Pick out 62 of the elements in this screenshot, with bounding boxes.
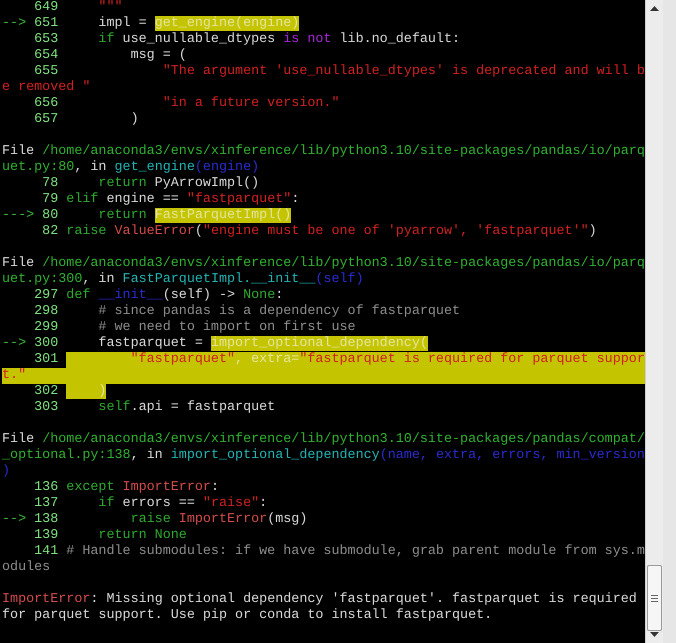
code-line: fastparquet = import_optional_dependency( (97, 336, 428, 352)
code-line: self.api = fastparquet (97, 400, 276, 416)
code-line: # since pandas is a dependency of fastparquet (97, 304, 460, 320)
scrollbar-thumb[interactable] (647, 565, 662, 631)
traceback-header: _optional.py:138, in import_optional_dependency(name, extra, errors, min_version (2, 448, 645, 464)
code-line: if errors == "raise": (97, 496, 268, 512)
error-message: for parquet support. Use pip or conda to install fastparquet. (2, 608, 492, 624)
line-number: 299 (34, 320, 58, 336)
traceback-header: File /home/anaconda3/envs/xinference/lib/python3.10/site-packages/pandas/io/parq (2, 256, 645, 272)
line-number: 298 (34, 304, 58, 320)
line-number: 301 (34, 352, 58, 368)
line-number: 649 (34, 0, 58, 16)
current-line-arrow: --> (2, 16, 26, 32)
code-line: return FastParquetImpl() (97, 208, 292, 224)
code-line: except ImportError: (66, 480, 219, 496)
line-number: 141 (34, 544, 58, 560)
code-line: return PyArrowImpl() (97, 176, 260, 192)
traceback-header: ) (2, 464, 10, 480)
error-message: ImportError: Missing optional dependency 'fastparquet'. fastparquet is required (2, 592, 637, 608)
code-line: raise ValueError("engine must be one of 'pyarrow', 'fastparquet'") (66, 224, 597, 240)
line-number: 79 (42, 192, 58, 208)
line-number: 78 (42, 176, 58, 192)
code-line: def __init__(self) -> None: (66, 288, 284, 304)
line-number: 137 (34, 496, 58, 512)
current-line-arrow: --> (2, 512, 26, 528)
line-number: 653 (34, 32, 58, 48)
line-number: 80 (42, 208, 58, 224)
code-line: msg = ( (130, 48, 187, 64)
code-line: e removed " (2, 80, 90, 96)
line-number: 136 (34, 480, 58, 496)
current-line-arrow: ---> (2, 208, 34, 224)
code-line: "in a future version." (162, 96, 340, 112)
code-line: # we need to import on first use (97, 320, 356, 336)
code-line: return None (97, 528, 187, 544)
code-line: "The argument 'use_nullable_dtypes' is deprecated and will b (162, 64, 645, 80)
traceback-header: uet.py:300, in FastParquetImpl.__init__(self) (2, 272, 364, 288)
line-number: 654 (34, 48, 58, 64)
line-number: 656 (34, 96, 58, 112)
line-number: 138 (34, 512, 58, 528)
scrollbar[interactable] (645, 0, 663, 643)
current-line-arrow: --> (2, 336, 26, 352)
code-line: raise ImportError(msg) (130, 512, 308, 528)
line-number: 300 (34, 336, 58, 352)
code-line: impl = get_engine(engine) (97, 16, 300, 32)
line-number: 657 (34, 112, 58, 128)
line-number: 302 (34, 384, 58, 400)
line-number: 297 (34, 288, 58, 304)
code-line: ) (130, 112, 139, 128)
line-number: 82 (42, 224, 58, 240)
code-line: if use_nullable_dtypes is not lib.no_default: (97, 32, 460, 48)
scroll-up-icon[interactable] (650, 6, 659, 11)
line-number: 139 (34, 528, 58, 544)
traceback-header: uet.py:80, in get_engine(engine) (2, 160, 260, 176)
line-number: 651 (34, 16, 58, 32)
code-line: elif engine == "fastparquet": (66, 192, 300, 208)
code-line: odules (2, 560, 50, 576)
code-line: """ (97, 0, 123, 16)
code-line: # Handle submodules: if we have submodule, grab parent module from sys.m (66, 544, 645, 560)
line-number: 303 (34, 400, 58, 416)
line-number: 655 (34, 64, 58, 80)
traceback-header: File /home/anaconda3/envs/xinference/lib/python3.10/site-packages/pandas/io/parq (2, 144, 645, 160)
traceback-header: File /home/anaconda3/envs/xinference/lib/python3.10/site-packages/pandas/compat/ (2, 432, 645, 448)
